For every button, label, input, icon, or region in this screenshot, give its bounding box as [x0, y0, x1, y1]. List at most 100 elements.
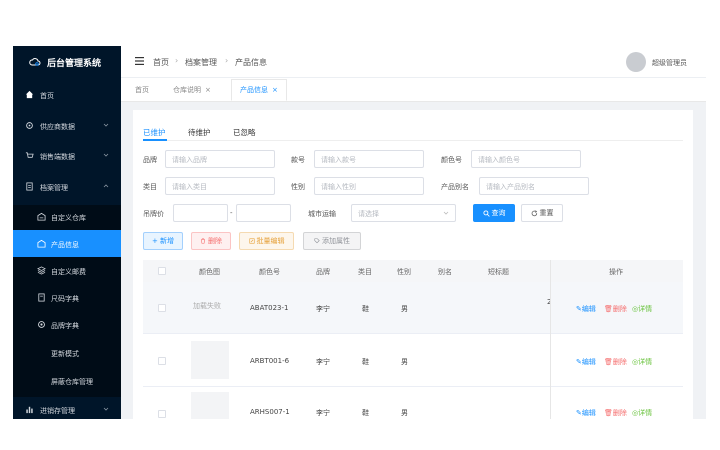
brand-input[interactable]: 请输入品牌: [165, 150, 275, 168]
mode-select[interactable]: 请选择: [351, 204, 456, 222]
add-attribute-label: 添加属性: [322, 237, 350, 245]
color-code-input[interactable]: 请输入颜色号: [471, 150, 581, 168]
col-color-code: 颜色号: [259, 268, 280, 276]
sidebar-item-update-mode[interactable]: 更新模式: [13, 339, 121, 366]
sku-label: 款号: [291, 156, 305, 164]
edit-link[interactable]: ✎编辑: [576, 408, 596, 418]
brand-icon: [38, 321, 45, 328]
subtab-ignored[interactable]: 已忽略: [233, 127, 256, 138]
sidebar-item-archive[interactable]: 档案管理: [13, 173, 121, 200]
col-category: 类目: [358, 268, 372, 276]
brand-label: 品牌: [143, 156, 157, 164]
breadcrumb-home[interactable]: 首页: [153, 57, 169, 68]
edit-icon: [248, 238, 255, 244]
cell-color-code: ARBT001-6: [250, 357, 290, 365]
col-alias: 别名: [438, 268, 452, 276]
query-button[interactable]: 查询: [473, 204, 515, 222]
col-short-title: 短标题: [488, 268, 509, 276]
col-actions: 操作: [609, 268, 623, 276]
delete-link[interactable]: 🗑删除: [604, 408, 627, 418]
username[interactable]: 超级管理员: [652, 58, 687, 68]
search-icon: [482, 209, 490, 217]
sidebar-item-label: 销售端数据: [40, 153, 75, 161]
avatar[interactable]: [626, 52, 646, 72]
tab-product-info[interactable]: 产品信息 ×: [231, 79, 287, 101]
cart-icon: [25, 152, 34, 158]
row-checkbox[interactable]: [158, 410, 166, 418]
gender-input[interactable]: 请输入性别: [314, 177, 424, 195]
sidebar-item-label: 品牌字典: [51, 322, 79, 330]
sidebar-item-block-warehouse[interactable]: 屏蔽仓库管理: [13, 367, 121, 394]
detail-link[interactable]: ◎详情: [632, 304, 652, 314]
table-row[interactable]: 加载失败 ABAT023-1 李宁 鞋 男 2 ✎编辑 🗑删除 ◎详情: [143, 282, 683, 334]
tab-label: 产品信息: [240, 86, 268, 94]
sidebar-item-label: 供应商数据: [40, 123, 75, 131]
warehouse-icon: [37, 212, 46, 221]
price-label: 吊牌价: [143, 210, 164, 218]
row-checkbox[interactable]: [158, 304, 166, 312]
add-attribute-button[interactable]: 添加属性: [303, 232, 361, 250]
subtab-maintained[interactable]: 已维护: [143, 127, 166, 138]
sidebar-item-brand[interactable]: 品牌字典: [13, 311, 121, 338]
delete-button[interactable]: 删除: [191, 232, 231, 250]
cell-category: 鞋: [362, 305, 369, 313]
close-icon[interactable]: ×: [272, 86, 278, 94]
category-input[interactable]: 请输入类目: [165, 177, 275, 195]
sidebar-item-label: 档案管理: [40, 184, 68, 192]
tab-home[interactable]: 首页: [127, 79, 157, 101]
batch-edit-label: 批量编辑: [256, 237, 285, 245]
chevron-up-icon: [103, 184, 109, 188]
sidebar-item-label: 自定义仓库: [51, 214, 86, 222]
cell-category: 鞋: [362, 358, 369, 366]
delete-link[interactable]: 🗑删除: [604, 357, 627, 367]
cell-gender: 男: [401, 305, 408, 313]
tab-label: 首页: [135, 86, 149, 94]
sidebar-item-postage[interactable]: 自定义邮费: [13, 257, 121, 284]
sidebar-item-size[interactable]: 尺码字典: [13, 284, 121, 311]
edit-link[interactable]: ✎编辑: [576, 304, 596, 314]
tab-warehouse-notes[interactable]: 仓库说明 ×: [165, 79, 219, 101]
subtab-pending[interactable]: 待维护: [188, 127, 211, 138]
table-header: 颜色图 颜色号 品牌 类目 性别 别名 短标题 操作: [143, 260, 683, 282]
mode-label: 城市运输: [308, 210, 336, 218]
batch-edit-button[interactable]: 批量编辑: [239, 232, 294, 250]
delete-link[interactable]: 🗑删除: [604, 304, 627, 314]
sidebar-item-home[interactable]: 首页: [13, 81, 121, 108]
sidebar-item-product[interactable]: 产品信息: [13, 230, 121, 257]
select-all-checkbox[interactable]: [158, 267, 166, 275]
table-row[interactable]: ARHS007-1 李宁 鞋 男 ✎编辑 🗑删除 ◎详情: [143, 388, 683, 419]
col-gender: 性别: [397, 268, 411, 276]
cell-brand: 李宁: [316, 358, 330, 366]
menu-toggle-icon[interactable]: [135, 57, 144, 65]
detail-link[interactable]: ◎详情: [632, 357, 652, 367]
add-button[interactable]: + 新增: [143, 232, 183, 250]
row-checkbox[interactable]: [158, 357, 166, 365]
col-brand: 品牌: [316, 268, 330, 276]
edit-link[interactable]: ✎编辑: [576, 357, 596, 367]
chevron-down-icon: [103, 407, 109, 411]
price-separator: -: [230, 209, 233, 217]
brand: 后台管理系统: [13, 46, 121, 78]
sidebar-item-inventory[interactable]: 进销存管理: [13, 396, 121, 419]
sidebar-item-supplier[interactable]: 供应商数据: [13, 112, 121, 139]
detail-link[interactable]: ◎详情: [632, 408, 652, 418]
table-row[interactable]: ARBT001-6 李宁 鞋 男 ✎编辑 🗑删除 ◎详情: [143, 335, 683, 387]
alias-input[interactable]: 请输入产品别名: [479, 177, 589, 195]
sidebar-item-warehouse[interactable]: 自定义仓库: [13, 203, 121, 230]
subtab-active-indicator: [143, 139, 167, 141]
tabs-bar: 首页 仓库说明 × 产品信息 ×: [121, 78, 706, 102]
price-min-input[interactable]: [173, 204, 228, 222]
color-code-label: 颜色号: [441, 156, 462, 164]
close-icon[interactable]: ×: [205, 86, 211, 94]
image-load-failed: 加载失败: [193, 302, 221, 310]
price-max-input[interactable]: [236, 204, 291, 222]
reset-button[interactable]: 重置: [521, 204, 563, 222]
col-color-image: 颜色图: [199, 268, 220, 276]
sidebar-item-sales[interactable]: 销售端数据: [13, 142, 121, 169]
sidebar-item-label: 首页: [40, 92, 54, 100]
breadcrumb-archive[interactable]: 档案管理: [185, 57, 217, 68]
sku-input[interactable]: 请输入款号: [314, 150, 424, 168]
sidebar-item-label: 自定义邮费: [51, 268, 86, 276]
cloud-gear-icon: [29, 58, 41, 66]
delete-button-label: 删除: [208, 237, 222, 245]
